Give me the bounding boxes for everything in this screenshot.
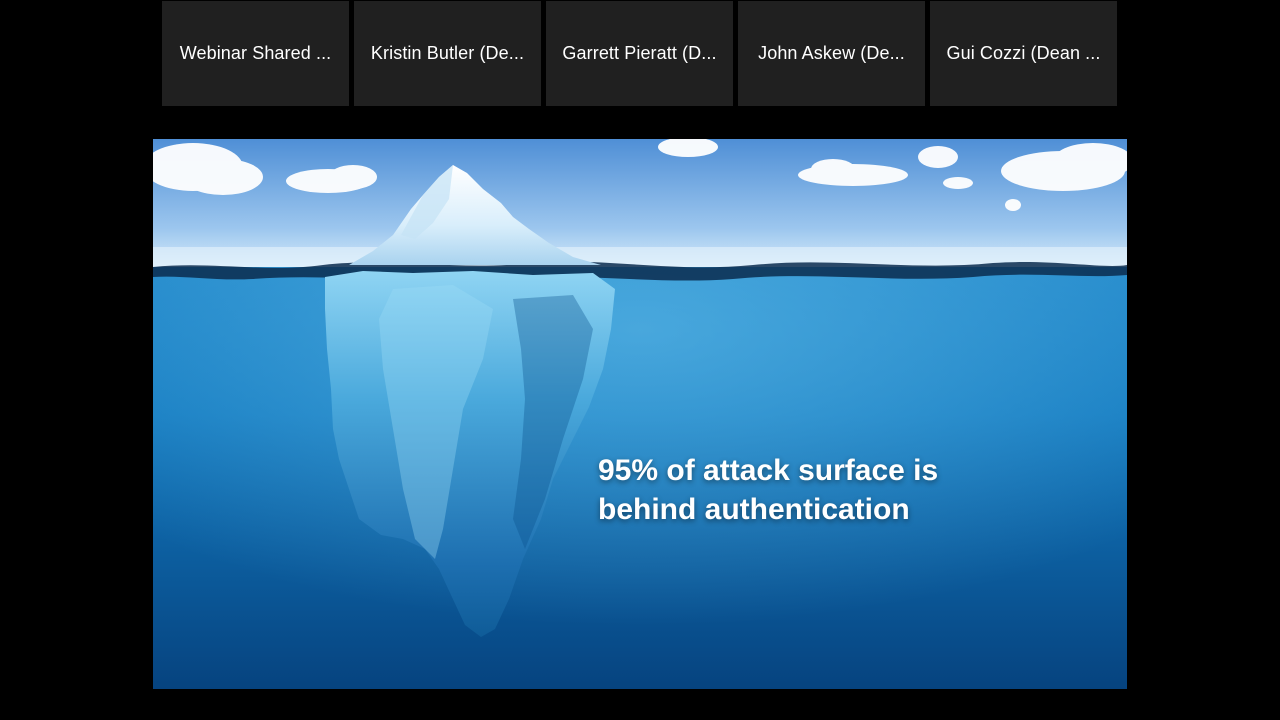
- shared-slide: 95% of attack surface is behind authenti…: [153, 139, 1127, 689]
- participant-name: Webinar Shared ...: [179, 43, 332, 63]
- participant-name: Gui Cozzi (Dean ...: [946, 43, 1101, 63]
- participant-tile-kristin-butler[interactable]: Kristin Butler (De...: [354, 1, 541, 106]
- iceberg-illustration: [153, 139, 1127, 689]
- participant-name: Kristin Butler (De...: [370, 43, 525, 63]
- caption-line-2: behind authentication: [598, 493, 910, 526]
- participant-tile-webinar-shared[interactable]: Webinar Shared ...: [162, 1, 349, 106]
- participant-tile-john-askew[interactable]: John Askew (De...: [738, 1, 925, 106]
- participant-name: Garrett Pieratt (D...: [562, 43, 717, 63]
- meeting-stage: Webinar Shared ... Kristin Butler (De...…: [0, 0, 1280, 720]
- participant-tile-gui-cozzi[interactable]: Gui Cozzi (Dean ...: [930, 1, 1117, 106]
- caption-line-1: 95% of attack surface is: [598, 454, 939, 487]
- slide-caption: 95% of attack surface is behind authenti…: [598, 451, 1098, 529]
- participant-tile-garrett-pieratt[interactable]: Garrett Pieratt (D...: [546, 1, 733, 106]
- participant-strip: Webinar Shared ... Kristin Butler (De...…: [162, 1, 1118, 106]
- participant-name: John Askew (De...: [758, 43, 905, 63]
